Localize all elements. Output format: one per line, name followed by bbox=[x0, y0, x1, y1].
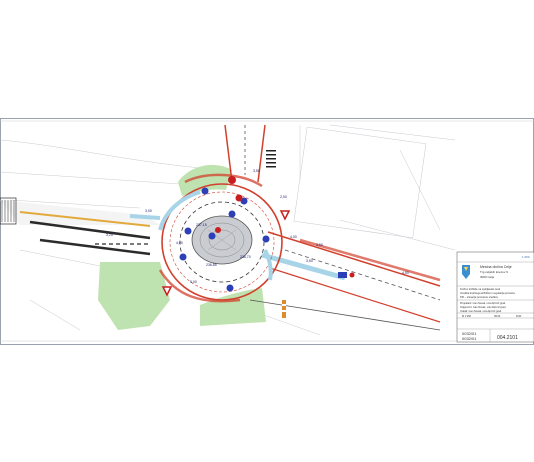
dimension-label: 3,50 bbox=[253, 169, 260, 173]
dimension-label: 3,50 bbox=[316, 243, 323, 247]
sign-red bbox=[228, 176, 236, 184]
project-line: Izvedba krožnega križišča in regulacija … bbox=[460, 291, 515, 295]
scale-field: M 1:250 bbox=[462, 315, 472, 318]
municipality-city: 3000 Celje bbox=[480, 275, 495, 279]
title-block: Mestna občina Celje Trg celjskih knezov … bbox=[456, 251, 534, 343]
info-line: Projektant: Ivan Novak, univ.dipl.inž.gr… bbox=[460, 302, 506, 305]
level-label: 236,70 bbox=[240, 255, 251, 259]
project-code: 0032/01 bbox=[462, 336, 477, 341]
barrier-marker bbox=[282, 300, 286, 318]
sign-red bbox=[349, 272, 355, 278]
scale-label: 1:250 bbox=[522, 255, 530, 259]
level-label: 236,85 bbox=[206, 263, 217, 267]
sign-blue bbox=[179, 253, 187, 261]
dimension-label: 4,00 bbox=[290, 235, 297, 239]
info-line: Izdelal: Ivan Novak, univ.dipl.inž.grad. bbox=[460, 310, 502, 313]
drawing-sheet: 3,00 3,50 4,00 3,25 3,50 5,00 4,00 2,00 … bbox=[0, 118, 534, 345]
dimension-label: 3,00 bbox=[145, 209, 152, 213]
project-line: Krožno križišče na Ljubljanski cesti bbox=[460, 287, 501, 291]
dimension-label: 5,00 bbox=[190, 280, 197, 284]
project-line: PZI – situacija prometne ureditve bbox=[460, 295, 498, 299]
level-label: 237,15 bbox=[196, 223, 207, 227]
sign-red bbox=[215, 227, 221, 233]
sheet-field: 4/3/1 bbox=[516, 315, 522, 318]
sign-blue bbox=[226, 284, 234, 292]
sign-blue bbox=[228, 210, 236, 218]
date-field: 05/13 bbox=[494, 315, 501, 318]
sign-red bbox=[235, 194, 243, 202]
info-line: Odgovorni: Ivan Novak, univ.dipl.inž.gra… bbox=[460, 306, 506, 309]
dimension-label: 4,00 bbox=[176, 241, 183, 245]
sign-panel bbox=[338, 272, 347, 278]
dimension-label: 2,00 bbox=[280, 195, 287, 199]
sign-blue bbox=[208, 232, 216, 240]
sheet-frame bbox=[0, 118, 534, 345]
dimension-label: 4,50 bbox=[402, 271, 409, 275]
sign-blue bbox=[201, 187, 209, 195]
drawing-number: 004.2101 bbox=[497, 335, 518, 341]
municipality-name: Mestna občina Celje bbox=[480, 265, 512, 269]
sign-blue bbox=[262, 235, 270, 243]
dimension-label: 3,50 bbox=[306, 259, 313, 263]
sign-blue bbox=[184, 227, 192, 235]
municipality-address: Trg celjskih knezov 9 bbox=[480, 270, 508, 274]
dimension-label: 3,25 bbox=[106, 233, 113, 237]
